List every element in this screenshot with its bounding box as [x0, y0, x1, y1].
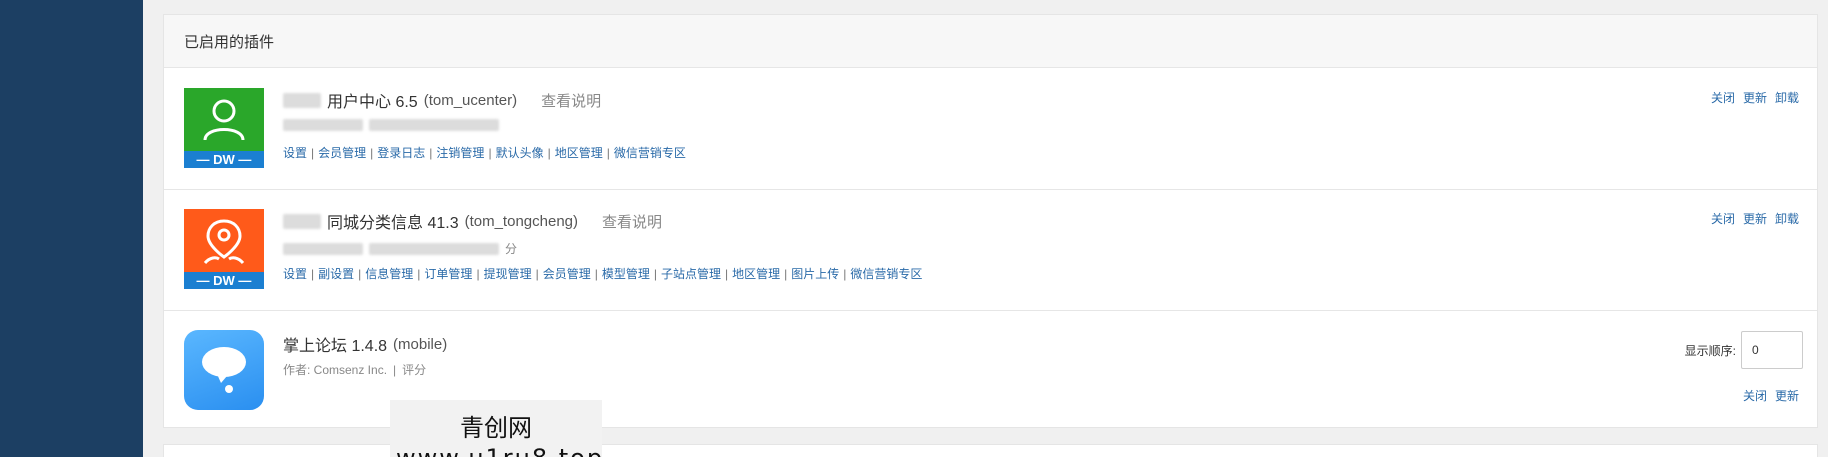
plugin-links: 设置 | 副设置 | 信息管理 | 订单管理 | 提现管理 | 会员管理 | 模型管理 | 子站点管理 | 地区… [283, 267, 923, 281]
view-docs-link[interactable]: 查看说明 [541, 90, 601, 111]
blurred-brand [283, 213, 321, 229]
left-sidebar [0, 0, 143, 457]
link-region[interactable]: 地区管理 [732, 267, 780, 281]
panel-title: 已启用的插件 [164, 15, 1817, 68]
location-pin-icon [203, 219, 245, 265]
watermark: 青创网 www.u1ru8.top [390, 400, 602, 457]
plugin-code: (tom_ucenter) [423, 91, 518, 109]
view-docs-link[interactable]: 查看说明 [602, 211, 662, 232]
plugin-links: 设置 | 会员管理 | 登录日志 | 注销管理 | 默认头像 | 地区管理 | 微信营销专区 [283, 146, 686, 160]
disable-button[interactable]: 关闭 [1711, 89, 1735, 106]
blurred-author [283, 242, 363, 255]
plugin-meta: 分 [283, 240, 517, 257]
link-model-manage[interactable]: 模型管理 [602, 267, 650, 281]
rate-link[interactable]: 评分 [402, 361, 426, 378]
plugin-title: 同城分类信息 41.3 (tom_tongcheng) 查看说明 [283, 209, 662, 233]
plugin-row-ucenter: — DW — 用户中心 6.5 (tom_ucenter) 查看说明 设置 | 会员… [164, 68, 1817, 190]
uninstall-button[interactable]: 卸载 [1775, 210, 1799, 227]
plugin-author: 作者: Comsenz Inc. [283, 363, 388, 377]
plugin-actions: 关闭 更新 卸载 [1711, 210, 1799, 227]
link-wechat-marketing[interactable]: 微信营销专区 [850, 267, 922, 281]
chat-bubble-icon [202, 347, 246, 393]
plugin-name: 掌上论坛 1.4.8 [283, 338, 388, 355]
link-cancel-manage[interactable]: 注销管理 [436, 146, 484, 160]
enabled-plugins-panel: 已启用的插件 — DW — 用户中心 6.5 (tom_ucenter) 查看说… [163, 14, 1818, 428]
link-info-manage[interactable]: 信息管理 [365, 267, 413, 281]
link-settings[interactable]: 设置 [283, 146, 307, 160]
watermark-line2: www.u1ru8.top [396, 444, 602, 457]
link-region[interactable]: 地区管理 [555, 146, 603, 160]
plugin-title: 掌上论坛 1.4.8 (mobile) [283, 332, 447, 356]
link-order-manage[interactable]: 订单管理 [424, 267, 472, 281]
link-sub-settings[interactable]: 副设置 [318, 267, 354, 281]
plugin-name: 用户中心 6.5 [327, 94, 418, 111]
link-login-log[interactable]: 登录日志 [377, 146, 425, 160]
meta-tail: 分 [505, 242, 518, 256]
link-members[interactable]: 会员管理 [543, 267, 591, 281]
plugin-actions: 关闭 更新 卸载 [1711, 89, 1799, 106]
dw-band: — DW — [184, 272, 264, 289]
disable-button[interactable]: 关闭 [1743, 387, 1767, 404]
link-default-avatar[interactable]: 默认头像 [496, 146, 544, 160]
watermark-line1: 青创网 [460, 414, 532, 442]
plugin-actions: 关闭 更新 [1743, 387, 1799, 404]
plugin-meta: 作者: Comsenz Inc. | 评分 [283, 361, 427, 378]
plugin-name: 同城分类信息 41.3 [327, 215, 459, 232]
update-button[interactable]: 更新 [1743, 210, 1767, 227]
mobile-logo [184, 330, 264, 410]
link-substation-manage[interactable]: 子站点管理 [661, 267, 721, 281]
tongcheng-logo: — DW — [184, 209, 264, 289]
blurred-brand [283, 92, 321, 108]
disable-button[interactable]: 关闭 [1711, 210, 1735, 227]
blurred-author [283, 119, 363, 131]
blurred-info [369, 119, 499, 131]
link-withdraw-manage[interactable]: 提现管理 [484, 267, 532, 281]
plugin-code: (tom_tongcheng) [464, 212, 578, 230]
display-order: 显示顺序: [1685, 331, 1803, 369]
display-order-label: 显示顺序: [1684, 343, 1736, 358]
dw-band: — DW — [184, 151, 264, 168]
plugin-title: 用户中心 6.5 (tom_ucenter) 查看说明 [283, 88, 601, 112]
plugin-meta [283, 119, 499, 131]
ucenter-logo: — DW — [184, 88, 264, 168]
link-wechat-marketing[interactable]: 微信营销专区 [614, 146, 686, 160]
plugin-code: (mobile) [393, 335, 448, 353]
link-members[interactable]: 会员管理 [318, 146, 366, 160]
update-button[interactable]: 更新 [1775, 387, 1799, 404]
blurred-info [369, 242, 499, 255]
plugin-row-tongcheng: — DW — 同城分类信息 41.3 (tom_tongcheng) 查看说明 … [164, 189, 1817, 311]
update-button[interactable]: 更新 [1743, 89, 1767, 106]
user-icon [203, 99, 245, 141]
link-image-upload[interactable]: 图片上传 [791, 267, 839, 281]
uninstall-button[interactable]: 卸载 [1775, 89, 1799, 106]
display-order-input[interactable] [1741, 331, 1803, 369]
link-settings[interactable]: 设置 [283, 267, 307, 281]
